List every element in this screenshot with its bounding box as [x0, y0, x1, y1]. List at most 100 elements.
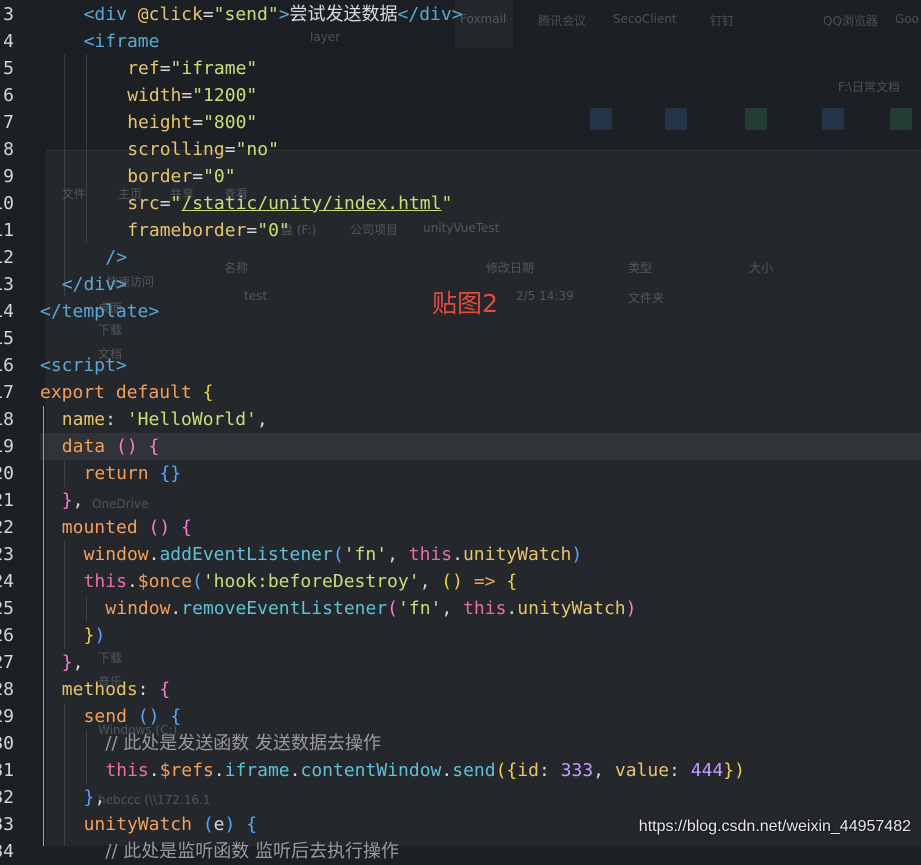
line-number: 7: [3, 112, 14, 133]
line-number: 32: [0, 787, 14, 808]
line-number: 15: [0, 328, 14, 349]
code-token: =: [202, 4, 214, 25]
code-token: this: [408, 544, 453, 565]
code-token: =: [159, 58, 171, 79]
code-token: unityWatch: [83, 814, 203, 835]
code-token: contentWindow: [300, 760, 442, 781]
code-text: window.removeEventListener('fn', this.un…: [105, 595, 636, 622]
line-number: 26: [0, 625, 14, 646]
code-token: export default: [40, 382, 203, 403]
code-token: .: [170, 598, 182, 619]
code-text: },: [84, 784, 106, 811]
code-token: =: [192, 166, 204, 187]
code-token: (): [115, 436, 138, 457]
indent-guide: [64, 541, 65, 649]
code-token: =>: [473, 571, 496, 592]
code-token: "iframe": [170, 58, 258, 79]
code-token: (: [202, 814, 214, 835]
code-text: },: [62, 487, 84, 514]
code-token: unityWatch: [462, 544, 572, 565]
code-text: unityWatch (e) {: [84, 811, 257, 838]
code-token: return: [83, 463, 160, 484]
code-token: =: [159, 193, 171, 214]
code-text: ref="iframe": [127, 55, 257, 82]
code-token: :: [669, 760, 691, 781]
code-text: }): [84, 622, 106, 649]
code-token: }: [83, 787, 95, 808]
code-text: src="/static/unity/index.html": [127, 190, 452, 217]
code-token: "800": [203, 112, 258, 133]
code-token: }): [723, 760, 745, 781]
overlay-label: 贴图2: [432, 289, 498, 318]
code-token: (: [332, 544, 344, 565]
code-token: }: [83, 625, 95, 646]
code-text: data () {: [62, 433, 160, 460]
code-token: ,: [94, 787, 106, 808]
code-text: },: [62, 649, 84, 676]
code-token: this: [83, 571, 127, 592]
line-number: 19: [0, 436, 14, 457]
indent-guide: [86, 595, 87, 622]
code-token: 333: [560, 760, 594, 781]
current-line-highlight: [40, 433, 921, 460]
code-text: send () {: [84, 703, 182, 730]
code-token: {: [159, 679, 171, 700]
code-token: :: [538, 760, 561, 781]
code-token: "0": [257, 220, 290, 241]
code-token: name: [61, 409, 106, 430]
code-token: .: [452, 544, 463, 565]
code-token: ): [625, 598, 637, 619]
line-number: 33: [0, 814, 14, 835]
line-number: 3: [3, 4, 14, 25]
code-token: .: [506, 598, 518, 619]
code-text: window.addEventListener('fn', this.unity…: [84, 541, 583, 568]
code-token: .: [148, 544, 160, 565]
code-token: ": [170, 193, 182, 214]
code-token: =: [246, 220, 258, 241]
code-token: "0": [203, 166, 236, 187]
code-token: unityWatch: [517, 598, 626, 619]
code-token: /static/unity/index.html: [181, 193, 442, 214]
code-text: // 此处是发送函数 发送数据去操作: [105, 730, 381, 757]
code-token: ,: [419, 571, 442, 592]
code-text: // 此处是监听函数 监听后去执行操作: [105, 838, 399, 865]
code-text: return {}: [84, 460, 182, 487]
code-token: (): [441, 571, 463, 592]
line-number: 16: [0, 355, 14, 376]
code-token: window: [105, 598, 171, 619]
code-token: </div>: [61, 274, 127, 295]
code-text: this.$refs.iframe.contentWindow.send({id…: [105, 757, 745, 784]
line-number: 9: [3, 166, 14, 187]
code-token: ,: [441, 598, 464, 619]
code-token: width: [127, 85, 182, 106]
code-token: {: [181, 517, 192, 538]
code-token: {: [148, 436, 160, 457]
code-text: <div @click="send">尝试发送数据</div>: [84, 1, 463, 28]
code-token: .: [441, 760, 453, 781]
code-token: // 此处是发送函数 发送数据去操作: [105, 733, 381, 754]
line-number: 10: [0, 193, 14, 214]
indent-guide: [64, 54, 65, 297]
indent-guide: [86, 730, 87, 784]
code-token: ,: [256, 409, 268, 430]
code-editor[interactable]: 3 <div @click="send">尝试发送数据</div> 4 <iframe…: [0, 0, 921, 862]
indent-guide: [86, 54, 87, 243]
code-token: this: [105, 760, 149, 781]
code-token: <script>: [40, 355, 127, 376]
code-text: </div>: [62, 271, 127, 298]
code-token: (): [137, 706, 160, 727]
code-token: send: [83, 706, 138, 727]
code-token: scrolling: [127, 139, 225, 160]
code-token: (): [148, 517, 171, 538]
line-number: 23: [0, 544, 14, 565]
code-token: ,: [593, 760, 615, 781]
code-token: ,: [72, 490, 84, 511]
code-token: =: [192, 112, 204, 133]
code-token: e: [213, 814, 225, 835]
